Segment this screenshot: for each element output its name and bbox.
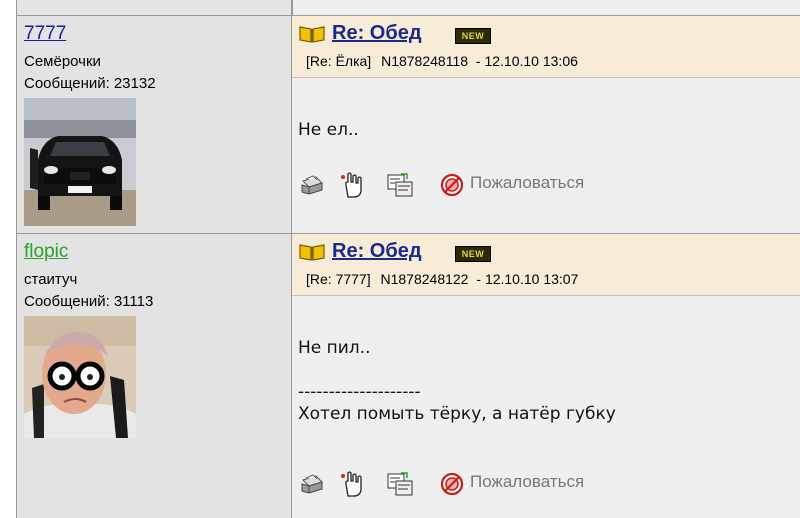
avatar[interactable] [24, 98, 136, 226]
previous-post-user-cell [16, 0, 292, 15]
post-body-cell: Re: Обед NEW [Re: Ёлка] N1878248118 - 12… [292, 15, 800, 233]
black-car-photo [24, 98, 136, 226]
page-gutter [0, 0, 16, 518]
post-1: 7777 Семёрочки Сообщений: 23132 Re: Обед… [16, 15, 800, 233]
post-number: N1878248122 [380, 271, 469, 287]
meta-separator: - [475, 53, 481, 69]
post-actions: Пожаловаться [298, 171, 658, 199]
post-count-label: Сообщений: [24, 293, 110, 310]
posts-table: 7777 Семёрочки Сообщений: 23132 Re: Обед… [16, 0, 800, 518]
meta-separator: - [476, 271, 482, 287]
user-status: Семёрочки [24, 53, 101, 70]
avatar[interactable] [24, 316, 136, 438]
username-link[interactable]: flopic [24, 241, 68, 263]
username-link[interactable]: 7777 [24, 23, 66, 45]
post-number: N1878248118 [381, 53, 469, 69]
user-status: стаитуч [24, 271, 78, 288]
man-with-glasses-photo [24, 316, 136, 438]
complain-icon[interactable] [440, 173, 464, 197]
post-count-label: Сообщений: [24, 75, 110, 92]
user-post-count: Сообщений: 31113 [24, 293, 153, 310]
reply-icon[interactable] [386, 171, 414, 199]
reply-to: [Re: Ёлка] [306, 53, 372, 69]
print-icon[interactable] [298, 470, 326, 498]
reply-to: [Re: 7777] [306, 271, 371, 287]
print-icon[interactable] [298, 171, 326, 199]
post-user-cell: flopic стаитуч Сообщений: 31113 [16, 233, 292, 518]
book-icon [299, 26, 325, 43]
quote-icon[interactable] [338, 470, 366, 498]
complain-icon[interactable] [440, 472, 464, 496]
post-count-value: 23132 [113, 75, 156, 92]
post-user-cell: 7777 Семёрочки Сообщений: 23132 [16, 15, 292, 233]
complain-link[interactable]: Пожаловаться [470, 173, 584, 193]
quote-icon[interactable] [338, 171, 366, 199]
post-body-cell: Re: Обед NEW [Re: 7777] N1878248122 - 12… [292, 233, 800, 518]
post-meta: [Re: 7777] N1878248122 - 12.10.10 13:07 [306, 271, 578, 287]
user-post-count: Сообщений: 23132 [24, 75, 156, 92]
new-badge: NEW [455, 28, 491, 44]
post-2: flopic стаитуч Сообщений: 31113 Re: Обед… [16, 233, 800, 518]
post-title-link[interactable]: Re: Обед [332, 22, 422, 45]
forum-thread: 7777 Семёрочки Сообщений: 23132 Re: Обед… [0, 0, 800, 518]
new-badge: NEW [455, 246, 491, 262]
post-meta: [Re: Ёлка] N1878248118 - 12.10.10 13:06 [306, 53, 578, 69]
book-icon [299, 244, 325, 261]
post-header: Re: Обед NEW [Re: 7777] N1878248122 - 12… [292, 234, 800, 296]
post-actions: Пожаловаться [298, 470, 658, 498]
post-text: Не ел.. [298, 120, 359, 140]
post-title-link[interactable]: Re: Обед [332, 240, 422, 263]
complain-link[interactable]: Пожаловаться [470, 472, 584, 492]
previous-post-body-cell [292, 0, 800, 15]
post-date: 12.10.10 13:06 [484, 53, 578, 69]
post-date: 12.10.10 13:07 [484, 271, 579, 287]
post-count-value: 31113 [113, 293, 154, 310]
post-text: Не пил.. -------------------- Хотел помы… [298, 338, 616, 424]
reply-icon[interactable] [386, 470, 414, 498]
post-header: Re: Обед NEW [Re: Ёлка] N1878248118 - 12… [292, 16, 800, 78]
